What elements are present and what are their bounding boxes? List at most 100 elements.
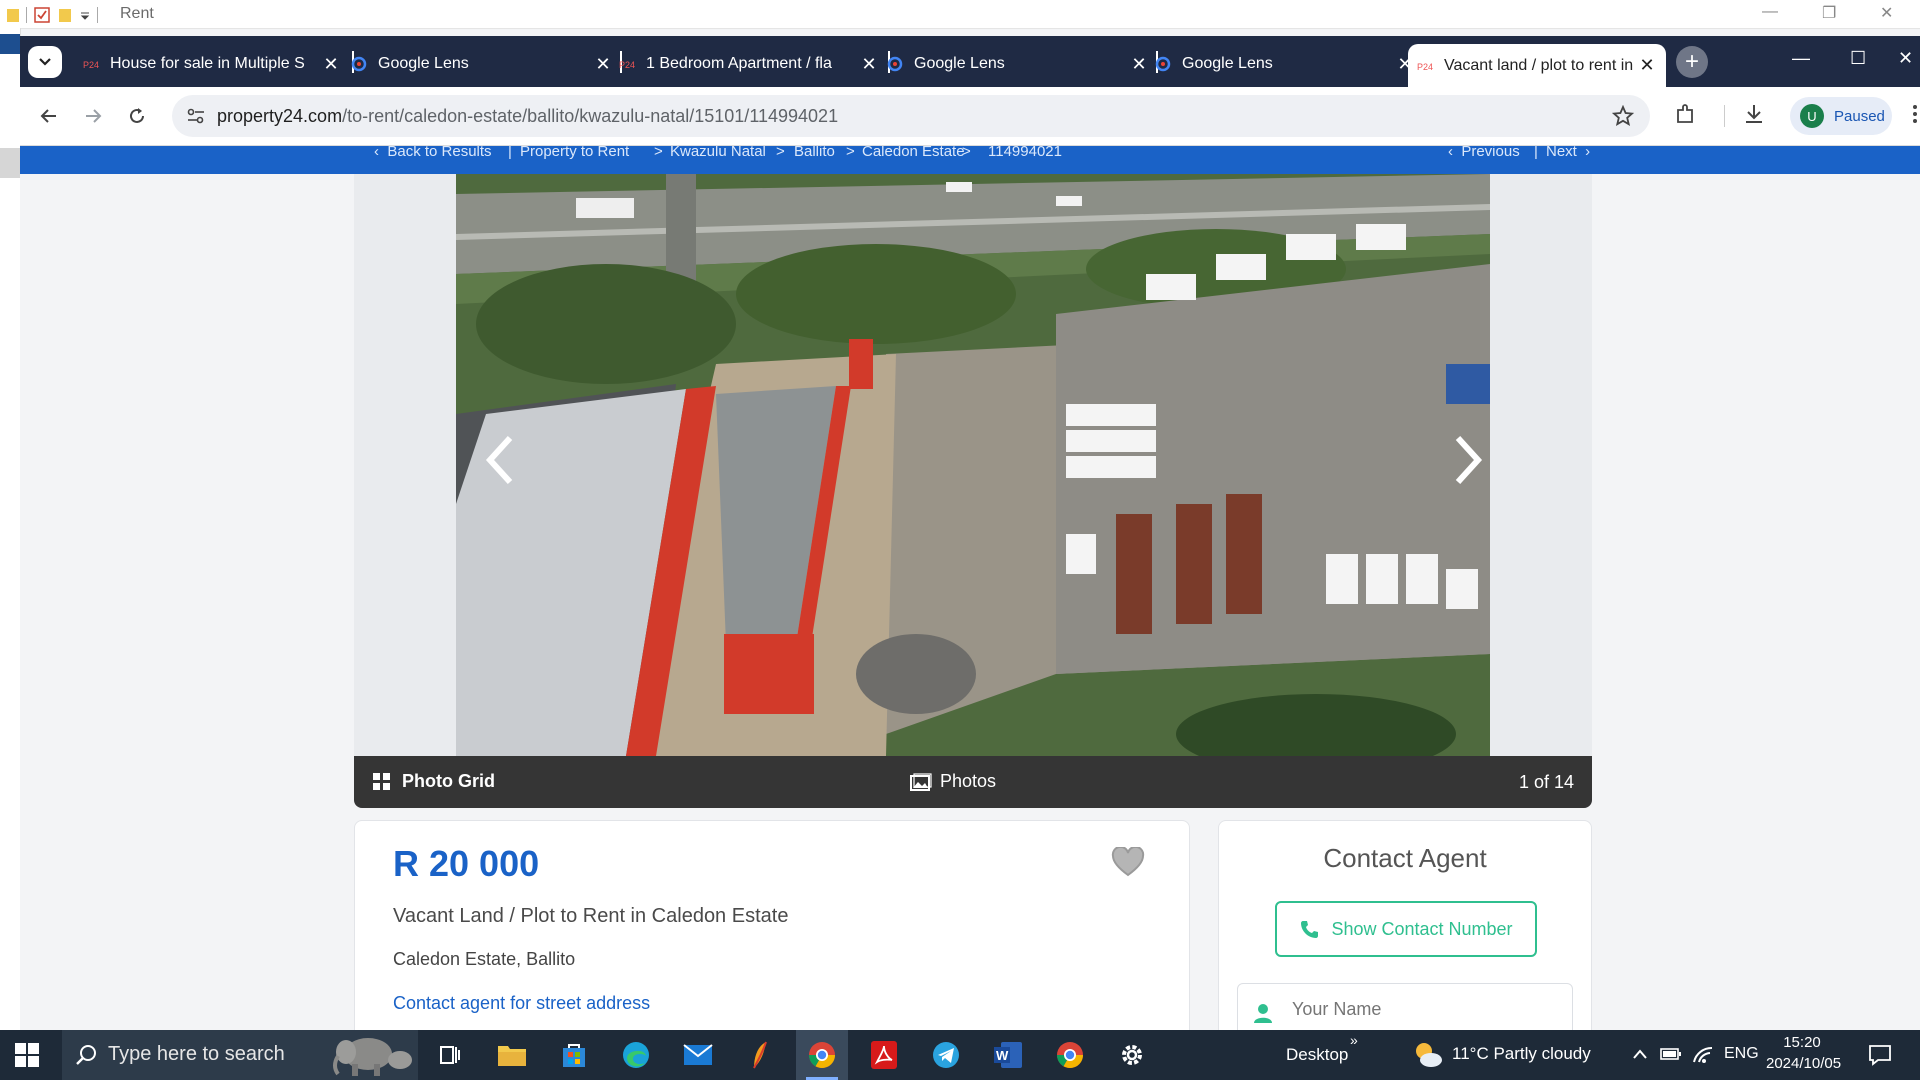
file-explorer-button[interactable] [486,1030,538,1080]
desktop-toolbar-label[interactable]: Desktop [1286,1045,1348,1065]
next-photo-arrow-icon[interactable] [1448,430,1488,490]
clock[interactable]: 15:20 2024/10/05 [1766,1034,1841,1072]
url-text[interactable]: property24.com/to-rent/caledon-estate/ba… [217,106,838,127]
chrome-button[interactable] [796,1030,848,1080]
browser-toolbar: property24.com/to-rent/caledon-estate/ba… [20,87,1920,146]
store-icon [563,1044,585,1067]
chrome-icon [808,1042,836,1069]
minimize-button[interactable]: — [1792,48,1810,69]
notifications-icon[interactable] [1868,1044,1892,1066]
show-contact-number-button[interactable]: Show Contact Number [1275,901,1537,957]
plus-icon: + [1684,48,1699,75]
property24-favicon-icon: P24 [618,55,636,73]
settings-button[interactable] [1106,1030,1158,1080]
outer-minimize-button[interactable]: — [1762,3,1778,21]
partly-cloudy-weather-icon[interactable] [1412,1040,1444,1070]
your-name-input[interactable] [1290,998,1554,1021]
chevron-double-right-icon[interactable]: » [1350,1032,1358,1048]
telegram-button[interactable] [920,1030,972,1080]
outer-restore-button[interactable]: ❐ [1822,3,1836,23]
chrome-icon [1056,1042,1084,1069]
download-icon[interactable] [1742,102,1766,126]
bookmark-star-icon[interactable] [1612,105,1634,127]
outer-scroll-marker [0,148,20,178]
close-tab-icon[interactable]: ✕ [1128,53,1150,75]
browser-tab-active[interactable]: P24 Vacant land / plot to rent in ✕ [1408,44,1666,87]
tab-title: 1 Bedroom Apartment / fla [646,55,832,72]
edge-browser-button[interactable] [610,1030,662,1080]
forward-button[interactable] [78,101,108,131]
maximize-button[interactable]: ☐ [1850,48,1866,69]
mail-button[interactable] [672,1030,724,1080]
property-photo[interactable] [456,174,1490,756]
close-tab-icon[interactable]: ✕ [320,53,342,75]
next-listing-link[interactable]: Next › [1546,146,1590,160]
svg-text:P24: P24 [83,60,99,69]
input-language[interactable]: ENG [1724,1045,1759,1063]
more-menu-icon[interactable] [1912,103,1918,125]
previous-listing-link[interactable]: ‹ Previous [1448,146,1520,160]
browser-tab[interactable]: P24 1 Bedroom Apartment / fla ✕ [618,44,880,84]
breadcrumb: ‹ Back to Results | Property to Rent > K… [20,146,1920,174]
photo-grid-label: Photo Grid [402,771,495,791]
folder-icon[interactable] [57,6,73,24]
breadcrumb-item[interactable]: Property to Rent [520,146,629,160]
previous-photo-arrow-icon[interactable] [480,430,520,490]
checklist-icon[interactable] [33,6,51,24]
outer-close-button[interactable]: ✕ [1880,3,1893,23]
word-button[interactable]: W [982,1030,1034,1080]
photo-grid-button[interactable]: Photo Grid [372,771,495,792]
breadcrumb-separator: > [962,146,971,160]
gear-icon [1122,1045,1142,1065]
browser-tab[interactable]: P24 House for sale in Multiple S ✕ [82,44,342,84]
close-window-button[interactable]: ✕ [1898,48,1913,69]
user-icon [1254,1004,1272,1023]
chrome-profile-button[interactable] [1044,1030,1096,1080]
profile-status: Paused [1834,107,1885,125]
google-lens-favicon-icon [1154,55,1172,73]
new-tab-button[interactable]: + [1676,46,1708,78]
folder-icon[interactable] [6,7,20,23]
back-to-results-link[interactable]: ‹ Back to Results [374,146,492,160]
site-info-icon[interactable] [186,107,206,125]
wifi-icon[interactable] [1692,1044,1714,1064]
toolbar-divider [1724,105,1725,127]
taskbar: Type here to search W Desktop » 11°C Par… [0,1030,1920,1080]
pinned-app-button[interactable] [734,1030,786,1080]
tab-search-button[interactable] [28,46,62,78]
tab-title: House for sale in Multiple S [110,55,305,72]
customize-dropdown-icon[interactable] [79,9,91,21]
battery-icon[interactable] [1660,1046,1682,1062]
breadcrumb-item[interactable]: Ballito [794,146,835,160]
address-bar[interactable]: property24.com/to-rent/caledon-estate/ba… [172,95,1650,137]
windows-start-icon[interactable] [14,1042,40,1068]
clock-time: 15:20 [1783,1034,1821,1051]
aerial-photo-illustration [456,174,1490,756]
browser-tab[interactable]: Google Lens ✕ [1154,44,1416,84]
your-name-field[interactable] [1237,983,1573,1030]
profile-button[interactable]: U Paused [1790,97,1892,135]
taskbar-search-box[interactable]: Type here to search [62,1030,418,1080]
breadcrumb-item[interactable]: Kwazulu Natal [670,146,766,160]
chevron-up-icon[interactable] [1632,1048,1648,1060]
reload-button[interactable] [122,101,152,131]
breadcrumb-item[interactable]: Caledon Estate [862,146,965,160]
back-button[interactable] [34,101,64,131]
browser-tab[interactable]: Google Lens ✕ [886,44,1150,84]
close-tab-icon[interactable]: ✕ [858,53,880,75]
browser-tab[interactable]: Google Lens ✕ [350,44,614,84]
photos-button[interactable]: Photos [910,771,996,792]
acrobat-button[interactable] [858,1030,910,1080]
property24-favicon-icon: P24 [82,55,100,73]
extensions-icon[interactable] [1674,102,1698,126]
microsoft-store-button[interactable] [548,1030,600,1080]
search-placeholder: Type here to search [108,1043,285,1065]
weather-label[interactable]: 11°C Partly cloudy [1452,1044,1591,1064]
contact-agent-address-link[interactable]: Contact agent for street address [393,993,650,1014]
favourite-heart-icon[interactable] [1111,847,1145,877]
task-view-button[interactable] [424,1030,476,1080]
breadcrumb-separator: > [654,146,663,160]
close-tab-icon[interactable]: ✕ [1636,55,1658,77]
close-tab-icon[interactable]: ✕ [592,53,614,75]
outer-ribbon-marker [0,34,20,54]
